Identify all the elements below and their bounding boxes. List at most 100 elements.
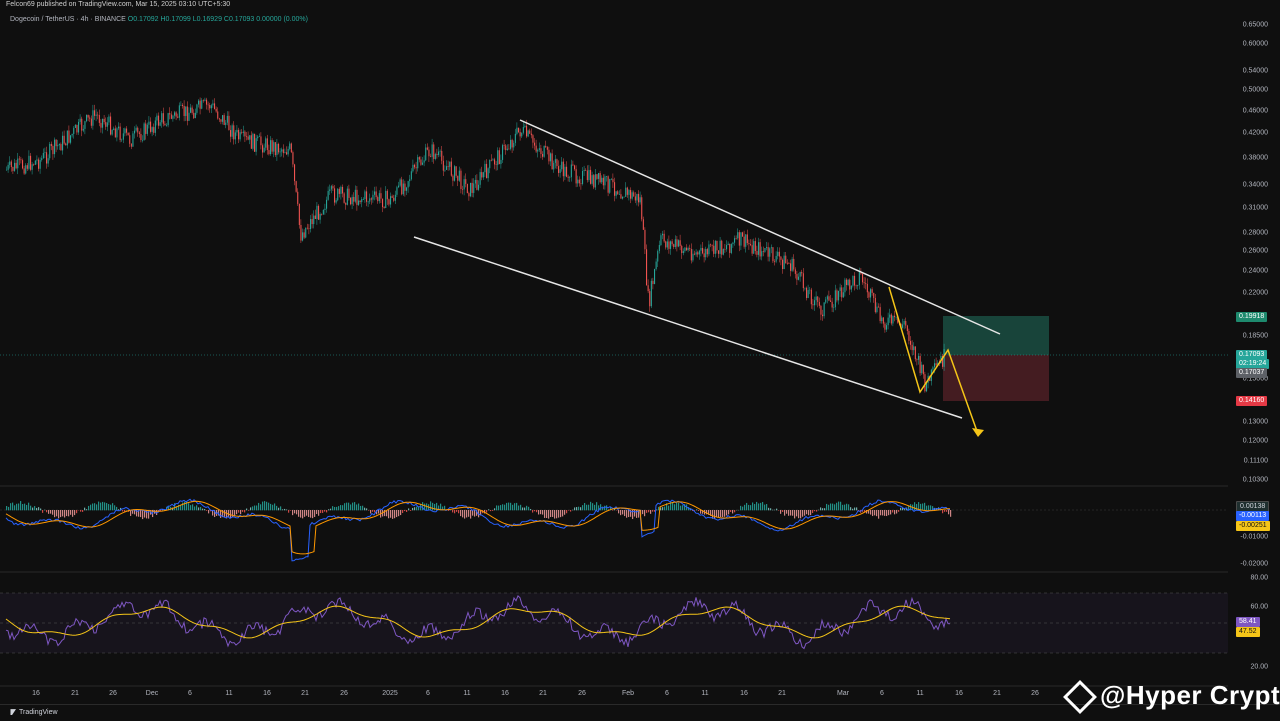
macd-histogram-bar xyxy=(466,510,467,517)
macd-histogram-bar xyxy=(620,510,621,515)
macd-histogram-bar xyxy=(672,502,673,510)
macd-histogram-bar xyxy=(82,510,83,512)
candle-body xyxy=(776,256,777,262)
candle-body xyxy=(126,129,127,133)
candle-body xyxy=(177,117,178,118)
price-chart[interactable] xyxy=(0,0,1228,704)
macd-histogram-bar xyxy=(108,504,109,510)
candle-body xyxy=(876,307,877,312)
candle-body xyxy=(790,263,791,270)
candle-body xyxy=(172,116,173,119)
candle-body xyxy=(300,225,301,241)
candle-body xyxy=(486,164,487,178)
candle-body xyxy=(100,123,101,128)
macd-histogram-bar xyxy=(296,510,297,514)
candle-body xyxy=(164,124,165,126)
candle-body xyxy=(228,116,229,130)
macd-histogram-bar xyxy=(90,505,91,511)
macd-histogram-bar xyxy=(546,510,547,518)
macd-histogram-bar xyxy=(556,510,557,518)
candle-body xyxy=(440,151,441,152)
channel-lower-trendline xyxy=(414,237,962,418)
candle-body xyxy=(129,135,130,144)
candle-body xyxy=(500,160,501,164)
diamond-logo-icon xyxy=(1063,680,1097,714)
candle-body xyxy=(352,197,353,204)
candle-body xyxy=(46,152,47,163)
macd-histogram-bar xyxy=(354,502,355,510)
macd-histogram-bar xyxy=(776,509,777,511)
candle-body xyxy=(294,164,295,181)
candle-body xyxy=(174,112,175,115)
macd-histogram-bar xyxy=(726,510,727,515)
candle-body xyxy=(894,316,895,317)
candle-body xyxy=(508,149,509,150)
macd-histogram-bar xyxy=(68,510,69,516)
tradingview-logo[interactable]: TradingView xyxy=(6,709,58,716)
macd-histogram-bar xyxy=(744,505,745,510)
candle-body xyxy=(377,197,378,201)
time-tick: 11 xyxy=(225,690,232,697)
candle-body xyxy=(516,128,517,134)
candle-body xyxy=(368,202,369,203)
candle-body xyxy=(201,100,202,108)
candle-body xyxy=(833,307,834,308)
candle-body xyxy=(113,128,114,130)
symbol-legend[interactable]: Dogecoin / TetherUS · 4h · BINANCE O0.17… xyxy=(10,16,308,23)
macd-histogram-bar xyxy=(804,510,805,516)
candle-body xyxy=(403,184,404,195)
candle-body xyxy=(462,189,463,190)
macd-histogram-bar xyxy=(102,502,103,510)
candle-body xyxy=(548,150,549,162)
rsi-value-badge: 58.41 xyxy=(1236,617,1260,627)
candle-body xyxy=(289,144,290,149)
macd-histogram-bar xyxy=(92,503,93,510)
watermark: @Hyper Crypto xyxy=(1068,680,1280,711)
candle-body xyxy=(715,241,716,254)
candle-body xyxy=(536,146,537,152)
candle-body xyxy=(849,280,850,290)
macd-histogram-bar xyxy=(196,505,197,510)
price-tick: 0.38000 xyxy=(1243,155,1268,162)
candle-body xyxy=(268,150,269,154)
candle-body xyxy=(188,113,189,121)
macd-histogram-bar xyxy=(674,504,675,510)
candle-body xyxy=(784,256,785,269)
time-tick: 6 xyxy=(665,690,669,697)
macd-histogram-bar xyxy=(622,510,623,514)
macd-histogram-bar xyxy=(304,510,305,517)
macd-histogram-bar xyxy=(802,510,803,517)
macd-histogram-bar xyxy=(464,510,465,519)
candle-body xyxy=(640,197,641,202)
macd-histogram-bar xyxy=(414,507,415,510)
macd-histogram-bar xyxy=(880,510,881,515)
candle-body xyxy=(348,189,349,198)
candle-body xyxy=(427,148,428,150)
candle-body xyxy=(752,245,753,253)
candle-body xyxy=(665,241,666,247)
candle-body xyxy=(428,150,429,157)
candle-body xyxy=(744,237,745,247)
candle-body xyxy=(502,145,503,160)
candle-body xyxy=(464,179,465,189)
candle-body xyxy=(443,161,444,171)
macd-histogram-bar xyxy=(358,504,359,511)
candle-body xyxy=(345,203,346,205)
macd-histogram-bar xyxy=(280,506,281,510)
macd-histogram-bar xyxy=(54,510,55,517)
macd-histogram-bar xyxy=(854,508,855,511)
macd-histogram-bar xyxy=(420,504,421,510)
candle-body xyxy=(566,167,567,177)
candle-body xyxy=(99,115,100,123)
macd-histogram-bar xyxy=(74,510,75,515)
macd-histogram-bar xyxy=(362,506,363,511)
candle-body xyxy=(436,154,437,155)
tradingview-brand: TradingView xyxy=(19,709,58,716)
macd-histogram-bar xyxy=(658,507,659,510)
time-axis[interactable]: 16 21 26 Dec 6 11 16 21 26 2025 6 11 16 … xyxy=(0,688,1228,700)
candle-body xyxy=(454,166,455,180)
macd-histogram-bar xyxy=(344,503,345,510)
macd-histogram-bar xyxy=(826,504,827,510)
candle-body xyxy=(11,161,12,167)
candle-body xyxy=(793,259,794,270)
